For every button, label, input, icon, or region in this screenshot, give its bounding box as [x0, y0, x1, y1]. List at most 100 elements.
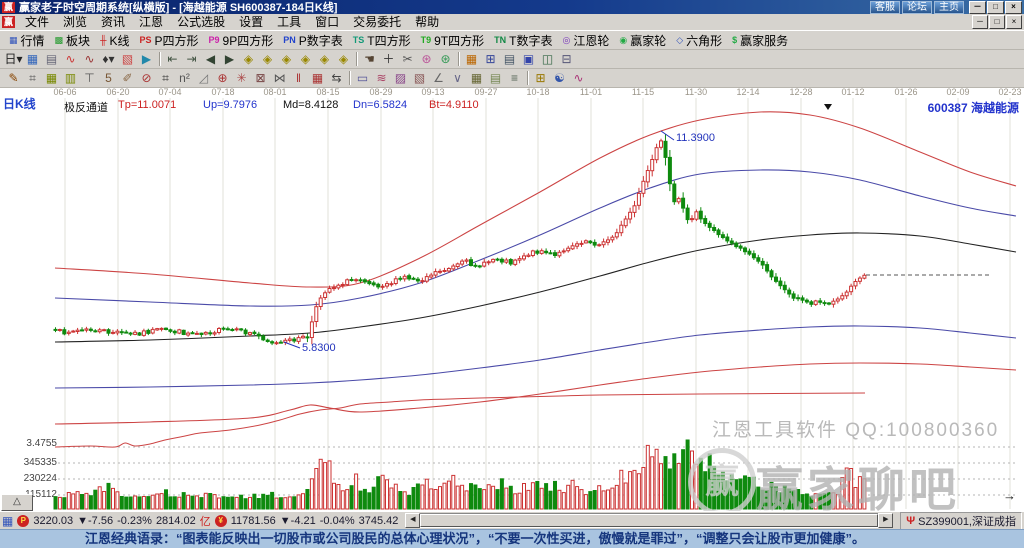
tool-icon[interactable]: ▦ [23, 51, 42, 67]
toolbar-button[interactable]: ◎江恩轮 [557, 32, 614, 49]
titlebar-button[interactable]: 主页 [934, 1, 964, 14]
toolbar-button[interactable]: ╫K线 [95, 32, 134, 49]
scroll-left-icon[interactable]: ◀ [405, 513, 420, 528]
tool-icon[interactable]: ⊟ [557, 51, 576, 67]
tool-icon[interactable]: ▦ [467, 70, 486, 86]
titlebar-button[interactable]: 论坛 [902, 1, 932, 14]
tool-icon[interactable]: ✐ [118, 70, 137, 86]
menu-item[interactable]: 资讯 [94, 15, 132, 30]
kline-chart-canvas[interactable]: 06-0606-2007-0407-1808-0108-1508-2909-13… [0, 88, 1024, 511]
menu-item[interactable]: 帮助 [408, 15, 446, 30]
tool-icon[interactable]: ◈ [315, 51, 334, 67]
tool-icon[interactable]: ✂ [398, 51, 417, 67]
tool-icon[interactable]: ⌗ [156, 70, 175, 86]
tool-icon[interactable]: ⊞ [531, 70, 550, 86]
svg-text:08-29: 08-29 [369, 88, 392, 97]
tool-icon[interactable]: 日▾ [4, 51, 23, 67]
menu-item[interactable]: 江恩 [132, 15, 170, 30]
tool-icon[interactable]: ◫ [538, 51, 557, 67]
tool-icon[interactable]: ‖ [289, 70, 308, 86]
tool-icon[interactable]: ◈ [239, 51, 258, 67]
tool-icon[interactable]: ⊛ [417, 51, 436, 67]
toolbar-button[interactable]: ◉赢家轮 [614, 32, 671, 49]
tool-icon[interactable]: ♦▾ [99, 51, 118, 67]
tool-icon[interactable]: ▤ [42, 51, 61, 67]
close-icon[interactable]: × [1006, 15, 1022, 29]
minimize-icon[interactable]: － [969, 1, 986, 14]
menu-item[interactable]: 公式选股 [170, 15, 232, 30]
tool-icon[interactable]: ∨ [448, 70, 467, 86]
tool-icon[interactable]: ◈ [296, 51, 315, 67]
tool-icon[interactable]: ∿ [569, 70, 588, 86]
toolbar-button[interactable]: ▩板块 [50, 32, 96, 49]
tool-icon[interactable]: ▭ [353, 70, 372, 86]
tool-icon[interactable]: ∿ [80, 51, 99, 67]
restore-icon[interactable]: □ [989, 15, 1005, 29]
tool-icon[interactable]: ▥ [61, 70, 80, 86]
restore-icon[interactable]: □ [987, 1, 1004, 14]
toolbar-button[interactable]: PSP四方形 [134, 32, 203, 49]
tool-icon[interactable]: 5 [99, 70, 118, 86]
menu-item[interactable]: 设置 [232, 15, 270, 30]
toolbar-button[interactable]: TNT数字表 [489, 32, 557, 49]
tool-icon[interactable]: ⊠ [251, 70, 270, 86]
menu-item[interactable]: 交易委托 [346, 15, 408, 30]
tool-icon[interactable]: ▤ [486, 70, 505, 86]
tool-icon[interactable]: ⇤ [163, 51, 182, 67]
tool-icon[interactable]: ▤ [500, 51, 519, 67]
tool-icon[interactable]: ▦ [308, 70, 327, 86]
tool-icon[interactable]: ⌗ [23, 70, 42, 86]
tool-icon[interactable]: ▧ [410, 70, 429, 86]
tool-icon[interactable]: ◈ [258, 51, 277, 67]
tool-icon[interactable]: ⊕ [213, 70, 232, 86]
toolbar-button[interactable]: $赢家服务 [727, 32, 793, 49]
scroll-right-icon[interactable]: ▶ [878, 513, 893, 528]
tool-icon[interactable]: ◀ [201, 51, 220, 67]
tool-icon[interactable]: ☯ [550, 70, 569, 86]
tool-icon[interactable]: ✳ [232, 70, 251, 86]
tool-icon[interactable]: ⊘ [137, 70, 156, 86]
menu-item[interactable]: 窗口 [308, 15, 346, 30]
tool-icon[interactable]: ▶ [137, 51, 156, 67]
pane-toggle-button[interactable]: △ [1, 494, 33, 511]
tool-icon[interactable]: ⊤ [80, 70, 99, 86]
tool-icon[interactable]: ▦ [42, 70, 61, 86]
tool-icon[interactable]: ∿ [61, 51, 80, 67]
tool-icon[interactable]: ◈ [277, 51, 296, 67]
tool-icon[interactable]: ≡ [505, 70, 524, 86]
tool-icon[interactable]: ◈ [334, 51, 353, 67]
tool-icon[interactable]: ⇥ [182, 51, 201, 67]
tool-icon[interactable]: ◿ [194, 70, 213, 86]
toolbar-button[interactable]: ◇六角形 [671, 32, 727, 49]
tool-icon[interactable]: ⋈ [270, 70, 289, 86]
tool-icon[interactable]: ⊛ [436, 51, 455, 67]
toolbar-button[interactable]: PNP数字表 [278, 32, 348, 49]
titlebar-button[interactable]: 客服 [870, 1, 900, 14]
toolbar-button[interactable]: T99T四方形 [416, 32, 490, 49]
tool-icon[interactable]: ⊞ [481, 51, 500, 67]
menu-item[interactable]: 工具 [270, 15, 308, 30]
scrollbar-thumb[interactable] [420, 514, 878, 527]
tool-icon[interactable]: n² [175, 70, 194, 86]
menu-item[interactable]: 浏览 [56, 15, 94, 30]
tool-icon[interactable]: ▦ [462, 51, 481, 67]
toolbar-button[interactable]: ▦行情 [4, 32, 50, 49]
tool-icon[interactable]: ⇆ [327, 70, 346, 86]
tool-icon[interactable]: ▶ [220, 51, 239, 67]
tool-icon[interactable]: ≋ [372, 70, 391, 86]
chart-scrollbar[interactable]: ◀ ▶ [405, 514, 893, 528]
tool-icon[interactable]: ＋ [379, 51, 398, 67]
minimize-icon[interactable]: － [972, 15, 988, 29]
menu-item[interactable]: 文件 [18, 15, 56, 30]
tool-icon[interactable]: ▧ [118, 51, 137, 67]
close-icon[interactable]: × [1005, 1, 1022, 14]
toolbar-button[interactable]: P99P四方形 [204, 32, 279, 49]
tool-icon[interactable]: ☚ [360, 51, 379, 67]
toolbar-button[interactable]: TST四方形 [348, 32, 416, 49]
tool-icon[interactable]: ∠ [429, 70, 448, 86]
tool-icon[interactable]: ▣ [519, 51, 538, 67]
tool-icon[interactable]: ✎ [4, 70, 23, 86]
scrollbar-track[interactable] [420, 513, 878, 528]
tool-icon[interactable]: ▨ [391, 70, 410, 86]
current-index-panel[interactable]: Ψ SZ399001,深证成指 [900, 512, 1022, 530]
